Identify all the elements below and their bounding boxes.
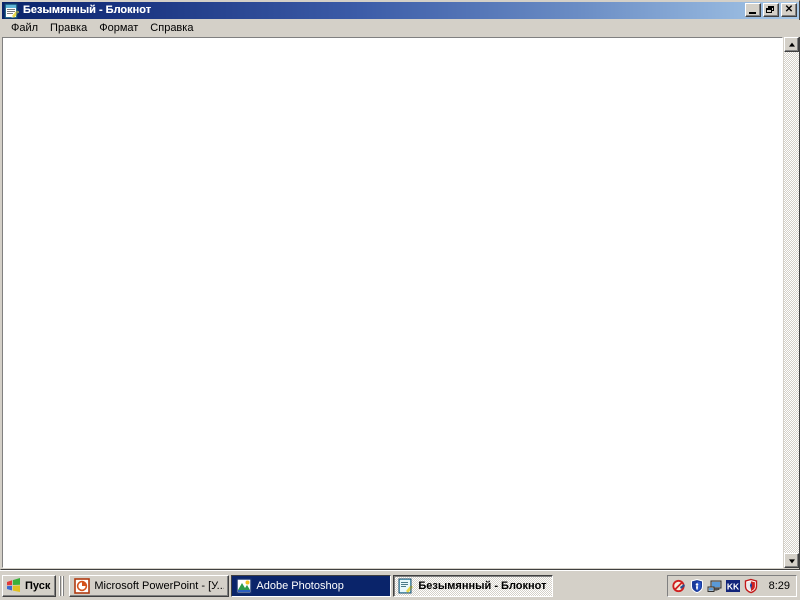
- restore-button[interactable]: [763, 3, 779, 17]
- minimize-icon: [749, 12, 756, 14]
- blocked-icon[interactable]: [671, 578, 687, 594]
- start-label: Пуск: [25, 579, 51, 592]
- task-label-photoshop: Adobe Photoshop: [256, 579, 344, 592]
- task-button-notepad[interactable]: Безымянный - Блокнот: [393, 574, 554, 597]
- svg-text:KK: KK: [726, 581, 739, 591]
- task-label-powerpoint: Microsoft PowerPoint - [У...: [94, 579, 225, 592]
- task-button-photoshop[interactable]: Adobe Photoshop: [231, 574, 392, 597]
- menu-bar: Файл Правка Формат Справка: [2, 20, 800, 37]
- menu-item-edit[interactable]: Правка: [44, 21, 93, 37]
- vertical-scrollbar[interactable]: [783, 37, 799, 568]
- photoshop-icon: [236, 577, 253, 594]
- title-bar[interactable]: Безымянный - Блокнот ✕: [2, 2, 799, 19]
- powerpoint-icon: [74, 577, 91, 594]
- window-title: Безымянный - Блокнот: [23, 4, 152, 16]
- menu-item-format[interactable]: Формат: [93, 21, 144, 37]
- menu-item-help[interactable]: Справка: [144, 21, 199, 37]
- task-button-list: Microsoft PowerPoint - [У... Adobe Photo…: [68, 574, 666, 597]
- system-tray: KK 8:29: [666, 574, 797, 597]
- window-controls: ✕: [745, 3, 797, 17]
- scroll-up-button[interactable]: [784, 37, 799, 52]
- minimize-button[interactable]: [745, 3, 761, 17]
- scroll-down-button[interactable]: [784, 553, 799, 568]
- text-editor-input[interactable]: [3, 38, 782, 567]
- editor-area: [2, 37, 799, 569]
- desktop-screen: Безымянный - Блокнот ✕ Файл Правка Форма…: [0, 0, 800, 600]
- close-icon: ✕: [784, 4, 794, 15]
- antivirus-shield-icon[interactable]: [743, 578, 759, 594]
- text-area-client[interactable]: [2, 37, 783, 568]
- clock[interactable]: 8:29: [769, 579, 790, 593]
- task-button-powerpoint[interactable]: Microsoft PowerPoint - [У...: [69, 574, 230, 597]
- notepad-icon: [398, 578, 414, 594]
- chevron-up-icon: [788, 42, 795, 47]
- shield-blue-icon[interactable]: [689, 578, 705, 594]
- task-label-notepad: Безымянный - Блокнот: [418, 579, 547, 592]
- notepad-icon: [4, 3, 20, 19]
- close-button[interactable]: ✕: [781, 3, 797, 17]
- network-computer-icon[interactable]: [707, 578, 723, 594]
- windows-flag-icon: [6, 578, 22, 593]
- restore-icon-front: [766, 8, 772, 13]
- chevron-down-icon: [788, 558, 795, 563]
- taskbar: Пуск Microsoft PowerPoint - [У... Adobe …: [0, 570, 800, 600]
- notepad-window: Безымянный - Блокнот ✕ Файл Правка Форма…: [0, 0, 800, 570]
- menu-item-file[interactable]: Файл: [5, 21, 44, 37]
- start-button[interactable]: Пуск: [2, 574, 57, 597]
- taskbar-grip[interactable]: [59, 575, 66, 596]
- kk-icon[interactable]: KK: [725, 578, 741, 594]
